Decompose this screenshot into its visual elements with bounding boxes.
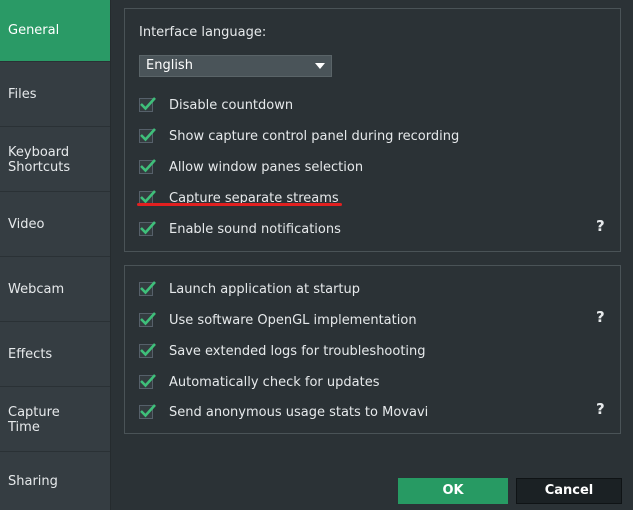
checkbox-label: Save extended logs for troubleshooting [169, 343, 426, 359]
sidebar-item-sharing[interactable]: Sharing [0, 453, 110, 510]
sidebar-item-label: Keyboard Shortcuts [8, 144, 71, 175]
sidebar-item-label: Effects [8, 347, 53, 362]
checkbox-label: Automatically check for updates [169, 374, 380, 390]
checkbox-checked-icon [139, 312, 156, 327]
checkbox-label: Send anonymous usage stats to Movavi [169, 404, 429, 420]
sidebar-item-label: Video [8, 217, 45, 232]
help-icon[interactable]: ? [596, 308, 605, 326]
interface-language-value: English [146, 58, 193, 73]
checkbox-checked-icon [139, 128, 156, 143]
checkbox-label: Show capture control panel during record… [169, 128, 460, 144]
sidebar-item-webcam[interactable]: Webcam [0, 258, 110, 322]
checkbox-software-opengl[interactable]: Use software OpenGL implementation [139, 311, 417, 329]
cancel-button[interactable]: Cancel [516, 478, 622, 504]
help-icon[interactable]: ? [596, 217, 605, 235]
checkbox-label: Disable countdown [169, 97, 294, 113]
checkbox-extended-logs[interactable]: Save extended logs for troubleshooting [139, 342, 426, 360]
checkbox-auto-check-updates[interactable]: Automatically check for updates [139, 373, 379, 391]
checkbox-checked-icon [139, 374, 156, 389]
highlight-underline [137, 203, 342, 206]
sidebar-item-label: General [8, 23, 60, 38]
sidebar-item-keyboard-shortcuts[interactable]: Keyboard Shortcuts [0, 128, 110, 192]
ok-button[interactable]: OK [398, 478, 508, 504]
sidebar-item-general[interactable]: General [0, 0, 110, 62]
checkbox-label: Use software OpenGL implementation [169, 312, 417, 328]
sidebar-divider [110, 0, 111, 510]
sidebar-item-label: Sharing [8, 474, 58, 489]
checkbox-enable-sound-notifications[interactable]: Enable sound notifications [139, 220, 341, 238]
help-icon[interactable]: ? [596, 400, 605, 418]
settings-sidebar: General Files Keyboard Shortcuts Video W… [0, 0, 110, 510]
dropdown-arrow-icon [315, 63, 325, 69]
sidebar-item-video[interactable]: Video [0, 193, 110, 257]
checkbox-disable-countdown[interactable]: Disable countdown [139, 96, 293, 114]
checkbox-anonymous-usage-stats[interactable]: Send anonymous usage stats to Movavi [139, 403, 428, 421]
checkbox-launch-at-startup[interactable]: Launch application at startup [139, 280, 360, 298]
checkbox-checked-icon [139, 159, 156, 174]
checkbox-checked-icon [139, 343, 156, 358]
checkbox-label: Allow window panes selection [169, 159, 364, 175]
interface-language-select[interactable]: English [139, 55, 332, 77]
checkbox-checked-icon [139, 281, 156, 296]
sidebar-item-capture-time[interactable]: Capture Time [0, 388, 110, 452]
sidebar-item-files[interactable]: Files [0, 63, 110, 127]
checkbox-checked-icon [139, 221, 156, 236]
sidebar-item-label: Files [8, 87, 37, 102]
checkbox-label: Launch application at startup [169, 281, 361, 297]
sidebar-item-label: Webcam [8, 282, 65, 297]
checkbox-allow-window-panes[interactable]: Allow window panes selection [139, 158, 363, 176]
checkbox-show-capture-panel[interactable]: Show capture control panel during record… [139, 127, 459, 145]
sidebar-item-label: Capture Time [8, 404, 60, 435]
checkbox-checked-icon [139, 404, 156, 419]
checkbox-checked-icon [139, 97, 156, 112]
interface-language-label: Interface language: [139, 25, 267, 40]
sidebar-item-effects[interactable]: Effects [0, 323, 110, 387]
checkbox-label: Enable sound notifications [169, 221, 341, 237]
